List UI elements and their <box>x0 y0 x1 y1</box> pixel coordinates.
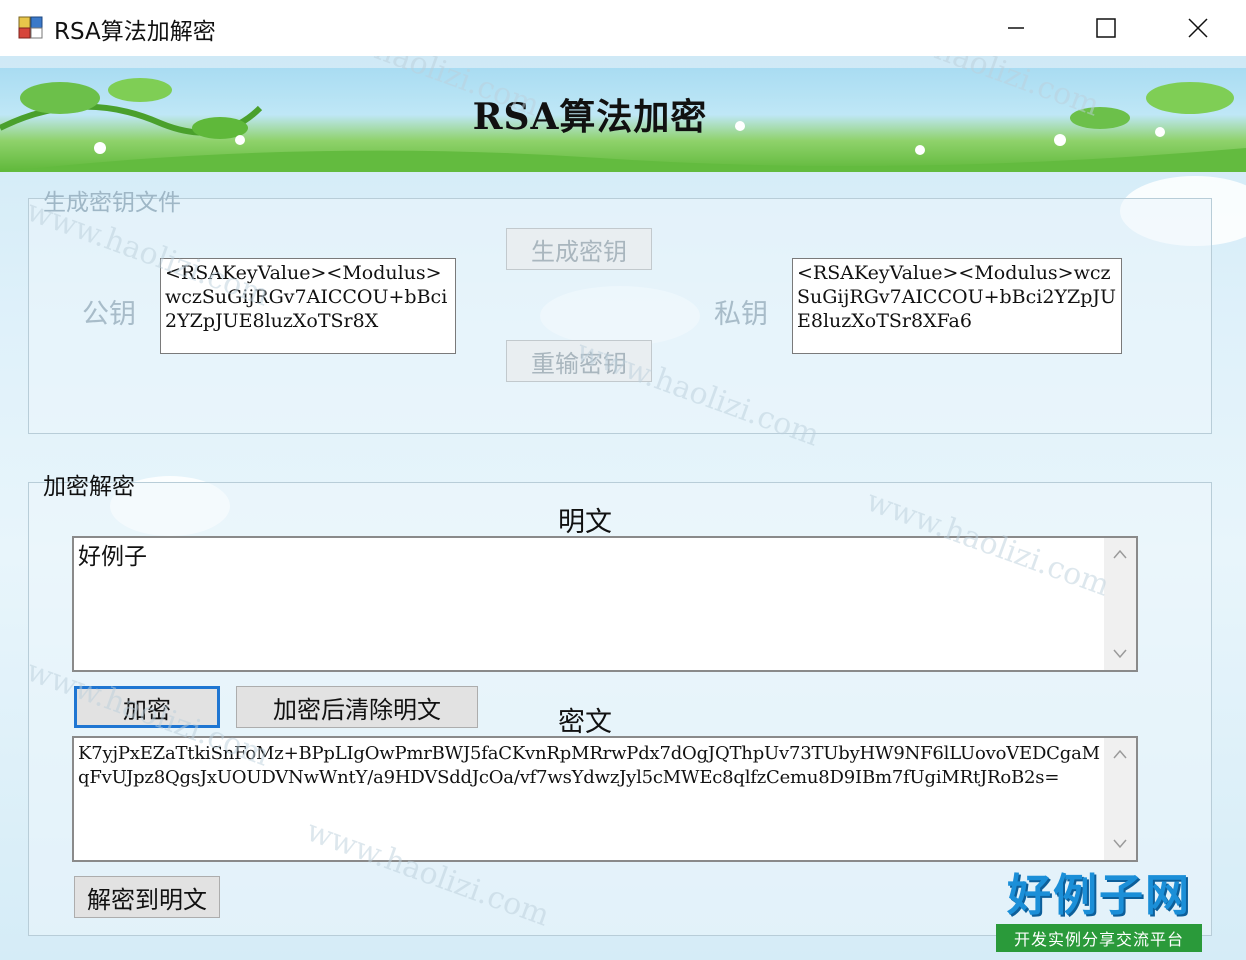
reinput-key-button[interactable]: 重输密钥 <box>506 340 652 382</box>
ciphertext-label: 密文 <box>558 707 612 738</box>
ciphertext-scrollbar[interactable] <box>1104 738 1136 860</box>
maximize-button[interactable] <box>1060 0 1152 56</box>
close-button[interactable] <box>1152 0 1244 56</box>
plaintext-scrollbar[interactable] <box>1104 538 1136 670</box>
generate-key-button[interactable]: 生成密钥 <box>506 228 652 270</box>
scroll-down-icon[interactable] <box>1104 640 1136 668</box>
app-icon <box>18 16 43 39</box>
private-key-textbox[interactable]: <RSAKeyValue><Modulus>wczSuGijRGv7AICCOU… <box>792 258 1122 354</box>
private-key-label: 私钥 <box>714 299 768 330</box>
header-banner: RSA算法加密 <box>0 68 1246 172</box>
public-key-textbox[interactable]: <RSAKeyValue><Modulus>wczSuGijRGv7AICCOU… <box>160 258 456 354</box>
key-generation-legend: 生成密钥文件 <box>43 190 181 216</box>
scroll-up-icon[interactable] <box>1104 540 1136 568</box>
decrypt-button[interactable]: 解密到明文 <box>74 876 220 918</box>
site-logo: 好例子网 开发实例分享交流平台 <box>996 870 1202 952</box>
close-icon <box>1188 18 1208 38</box>
plaintext-value: 好例子 <box>78 544 147 570</box>
maximize-icon <box>1096 18 1116 38</box>
minimize-icon <box>1008 27 1024 29</box>
minimize-button[interactable] <box>970 0 1062 56</box>
plaintext-label: 明文 <box>558 507 612 538</box>
title-bar: RSA算法加解密 <box>0 0 1246 56</box>
ciphertext-textarea[interactable]: K7yjPxEZaTtkiSnFoMz+BPpLIgOwPmrBWJ5faCKv… <box>72 736 1138 862</box>
window-title: RSA算法加解密 <box>54 19 216 45</box>
plaintext-textarea[interactable]: 好例子 <box>72 536 1138 672</box>
logo-sub-text: 开发实例分享交流平台 <box>996 924 1202 952</box>
encrypt-decrypt-legend: 加密解密 <box>43 474 135 500</box>
client-area: RSA算法加密 生成密钥文件 公钥 <RSAKeyValue><Modulus>… <box>0 56 1246 960</box>
encrypt-clear-plaintext-button[interactable]: 加密后清除明文 <box>236 686 478 728</box>
encrypt-button[interactable]: 加密 <box>74 686 220 728</box>
banner-title: RSA算法加密 <box>472 96 708 138</box>
logo-main-text: 好例子网 <box>1007 870 1191 921</box>
scroll-down-icon[interactable] <box>1104 830 1136 858</box>
scroll-up-icon[interactable] <box>1104 740 1136 768</box>
ciphertext-value: K7yjPxEZaTtkiSnFoMz+BPpLIgOwPmrBWJ5faCKv… <box>78 743 1100 788</box>
public-key-label: 公钥 <box>82 299 136 330</box>
